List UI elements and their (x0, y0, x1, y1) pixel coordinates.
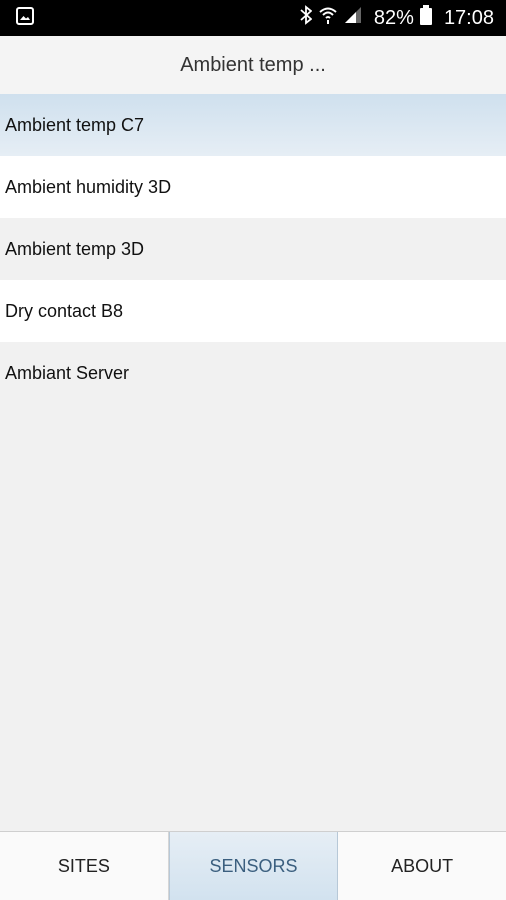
battery-percent: 82% (373, 6, 414, 29)
list-item-label: Ambient humidity 3D (5, 176, 172, 197)
list-item[interactable]: Ambient temp 3D (0, 218, 506, 280)
list-item-label: Ambient temp 3D (5, 238, 145, 259)
tab-label: SENSORS (209, 855, 298, 876)
tab-label: ABOUT (391, 855, 454, 876)
clock: 17:08 (443, 6, 494, 29)
tab-sites[interactable]: SITES (0, 832, 169, 900)
gallery-icon (16, 6, 34, 30)
tab-about[interactable]: ABOUT (338, 832, 506, 900)
bottom-tab-bar: SITES SENSORS ABOUT (0, 831, 506, 900)
battery-icon (419, 5, 432, 31)
list-item-label: Ambiant Server (5, 362, 130, 383)
list-item[interactable]: Dry contact B8 (0, 280, 506, 342)
sensor-list: Ambient temp C7 Ambient humidity 3D Ambi… (0, 94, 506, 404)
tab-sensors[interactable]: SENSORS (168, 832, 339, 900)
list-item-label: Dry contact B8 (5, 300, 124, 321)
page-title: Ambient temp ... (180, 53, 326, 76)
list-item[interactable]: Ambient humidity 3D (0, 156, 506, 218)
wifi-icon (318, 5, 338, 31)
bluetooth-icon (300, 5, 313, 31)
status-bar: 82% 17:08 (0, 0, 506, 36)
tab-label: SITES (57, 855, 110, 876)
list-item[interactable]: Ambiant Server (0, 342, 506, 404)
page-title-bar: Ambient temp ... (0, 36, 506, 94)
list-item[interactable]: Ambient temp C7 (0, 94, 506, 156)
signal-icon (344, 6, 362, 30)
list-item-label: Ambient temp C7 (5, 114, 145, 135)
